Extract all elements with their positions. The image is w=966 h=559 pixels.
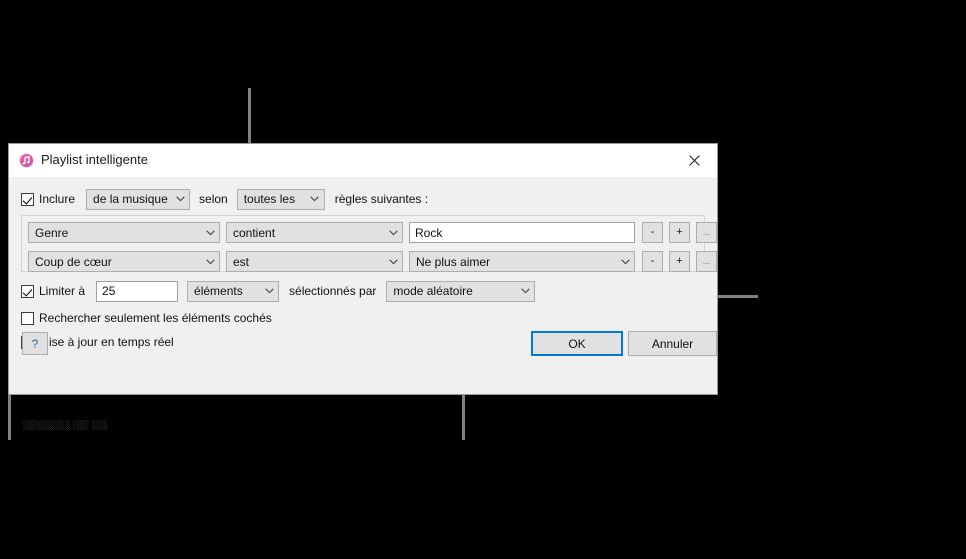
rule-value-text-0: Rock [415, 225, 443, 240]
checked-only-row: Rechercher seulement les éléments cochés [21, 309, 272, 327]
include-row: Inclure de la musique selon toutes les r… [21, 188, 428, 210]
rule-field-select-0[interactable]: Genre [28, 222, 220, 243]
ok-button[interactable]: OK [531, 331, 623, 356]
limit-order-value: mode aléatoire [393, 284, 473, 298]
live-update-label: Mise à jour en temps réel [39, 335, 174, 349]
rule-operator-value-0: contient [233, 225, 276, 240]
rule-more-button-1[interactable]: ... [696, 251, 717, 272]
rule-value-input-0[interactable]: Rock [409, 222, 635, 243]
rule-remove-button-1[interactable]: - [642, 251, 663, 272]
rule-remove-button-0[interactable]: - [642, 222, 663, 243]
screenshot-canvas: Playlist intelligente Inclure de la musi… [0, 0, 966, 559]
limit-checkbox[interactable] [21, 284, 34, 298]
cancel-button[interactable]: Annuler [628, 331, 717, 356]
rule-add-button-0[interactable]: + [669, 222, 690, 243]
help-label: ? [31, 336, 39, 351]
limit-unit-select[interactable]: éléments [187, 280, 280, 302]
include-connector-label: selon [199, 192, 228, 206]
ok-label: OK [568, 336, 586, 351]
match-select[interactable]: toutes les [236, 188, 325, 210]
chevron-down-icon [384, 229, 402, 236]
source-select[interactable]: de la musique [86, 188, 191, 210]
close-icon[interactable] [672, 144, 717, 176]
chevron-down-icon [201, 258, 219, 265]
dialog-title: Playlist intelligente [41, 152, 148, 167]
rule-operator-select-1[interactable]: est [226, 251, 403, 272]
rule-value-text-1: Ne plus aimer [416, 254, 491, 269]
chevron-down-icon [384, 258, 402, 265]
rule-value-select-1[interactable]: Ne plus aimer [409, 251, 635, 272]
help-button[interactable]: ? [22, 332, 48, 355]
limit-middle-label: sélectionnés par [289, 284, 377, 298]
chevron-down-icon [516, 288, 534, 294]
rule-add-button-1[interactable]: + [669, 251, 690, 272]
checked-only-label: Rechercher seulement les éléments cochés [39, 311, 272, 325]
rule-more-button-0[interactable]: ... [696, 222, 717, 243]
source-select-value: de la musique [93, 192, 168, 206]
limit-unit-value: éléments [194, 284, 243, 298]
smart-playlist-dialog: Playlist intelligente Inclure de la musi… [8, 143, 718, 430]
chevron-down-icon [171, 196, 189, 202]
include-trailing-label: règles suivantes : [334, 192, 429, 206]
chevron-down-icon [306, 196, 324, 202]
limit-order-select[interactable]: mode aléatoire [386, 280, 536, 302]
clipped-element: ░░░░░░ ░░ ░░ [23, 420, 108, 430]
checked-only-checkbox[interactable] [21, 311, 34, 325]
limit-amount-input[interactable]: 25 [96, 280, 179, 302]
limit-label: Limiter à [39, 284, 86, 298]
chevron-down-icon [260, 288, 278, 294]
cancel-label: Annuler [651, 336, 694, 351]
itunes-note-icon [19, 153, 34, 168]
chevron-down-icon [201, 229, 219, 236]
dialog-body: Inclure de la musique selon toutes les r… [9, 177, 717, 430]
rule-operator-value-1: est [233, 254, 250, 269]
rule-field-value-1: Coup de cœur [35, 254, 112, 269]
chevron-down-icon [616, 258, 634, 265]
rule-field-select-1[interactable]: Coup de cœur [28, 251, 220, 272]
limit-amount-value: 25 [102, 284, 116, 298]
include-checkbox[interactable] [21, 192, 34, 206]
match-select-value: toutes les [243, 192, 296, 206]
rules-panel: Genre contient Rock - + ... Coup de cœur… [21, 215, 717, 272]
rule-operator-select-0[interactable]: contient [226, 222, 403, 243]
rule-field-value-0: Genre [35, 225, 69, 240]
include-label: Inclure [39, 192, 76, 206]
dialog-titlebar: Playlist intelligente [9, 144, 717, 177]
limit-row: Limiter à 25 éléments sélectionnés par m… [21, 280, 536, 302]
